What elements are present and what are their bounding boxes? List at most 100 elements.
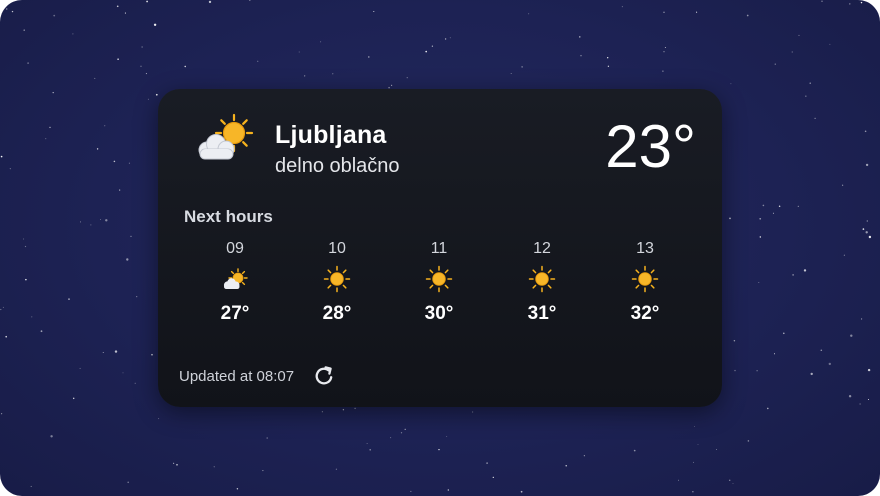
hour-temperature: 27° (220, 303, 250, 324)
star (774, 63, 776, 65)
star (40, 330, 43, 333)
star (791, 51, 793, 53)
star (49, 126, 51, 129)
star (843, 254, 845, 256)
star (449, 37, 451, 39)
star (431, 45, 434, 47)
hour-label: 10 (328, 240, 346, 257)
star (321, 411, 323, 413)
hour-label: 09 (226, 240, 244, 257)
star (52, 91, 54, 94)
hour-temperature: 32° (630, 303, 660, 324)
star (141, 46, 143, 48)
star (6, 8, 8, 10)
star (354, 407, 356, 410)
star (820, 349, 823, 351)
star (262, 470, 264, 472)
star (140, 65, 142, 68)
star (778, 205, 781, 207)
hour-label: 11 (430, 240, 448, 257)
hour-label: 13 (636, 240, 654, 257)
star (208, 0, 212, 4)
star (607, 65, 610, 67)
hour-label: 12 (533, 240, 551, 257)
star (236, 488, 239, 490)
star (400, 432, 403, 434)
star (27, 62, 29, 64)
refresh-icon[interactable] (312, 364, 336, 388)
star (45, 138, 47, 140)
star (425, 50, 427, 53)
partly-cloudy-icon (223, 268, 248, 289)
star (859, 403, 861, 405)
star (621, 6, 623, 8)
star (105, 219, 108, 222)
star (257, 60, 259, 62)
star (249, 0, 251, 1)
hourly-item: 12 31° (512, 239, 572, 325)
star (841, 184, 844, 186)
star (565, 465, 567, 467)
star (447, 489, 449, 491)
sun-icon (528, 265, 556, 293)
star (492, 476, 494, 479)
star (335, 468, 338, 470)
star (184, 65, 186, 68)
weather-widget: Ljubljana delno oblačno 23° Next hours 0… (158, 89, 722, 407)
star (762, 204, 765, 207)
star (113, 160, 116, 163)
star (128, 162, 130, 164)
star (759, 236, 761, 238)
star (579, 36, 581, 38)
star (79, 367, 81, 369)
star (868, 235, 872, 239)
star (30, 485, 32, 487)
star (332, 73, 334, 75)
current-temperature: 23° (605, 113, 696, 180)
star (759, 217, 762, 220)
sun-icon (631, 265, 659, 293)
star (53, 14, 56, 17)
star (662, 70, 664, 72)
star (158, 418, 160, 420)
star (390, 437, 392, 439)
star (122, 372, 124, 374)
star (663, 11, 665, 13)
star (792, 274, 794, 276)
star (734, 369, 736, 372)
star (677, 479, 680, 481)
star (486, 462, 488, 464)
star (803, 269, 807, 272)
star (100, 218, 101, 220)
hourly-forecast: 09 27° 10 28° 11 30° 12 31° 13 32° (182, 239, 698, 331)
star (715, 449, 717, 450)
star (810, 372, 813, 376)
star (68, 298, 70, 300)
star (145, 73, 147, 75)
last-updated-text: Updated at 08:07 (179, 368, 295, 385)
star (697, 444, 699, 445)
star (633, 449, 636, 452)
star (368, 56, 370, 58)
star (809, 82, 811, 84)
star (24, 245, 27, 248)
star (862, 228, 865, 230)
star (814, 117, 816, 120)
star (520, 490, 523, 493)
star (155, 93, 158, 96)
star (266, 437, 268, 439)
star (9, 168, 11, 170)
star (146, 0, 149, 3)
star (693, 425, 695, 427)
star (116, 5, 119, 8)
star (693, 461, 694, 463)
star (747, 440, 750, 442)
star (366, 443, 368, 444)
star (692, 491, 694, 493)
star (369, 449, 371, 451)
star (0, 308, 2, 311)
weather-condition: delno oblačno (275, 155, 400, 177)
star (756, 370, 758, 372)
star (173, 462, 175, 464)
hourly-item: 11 30° (409, 239, 469, 325)
